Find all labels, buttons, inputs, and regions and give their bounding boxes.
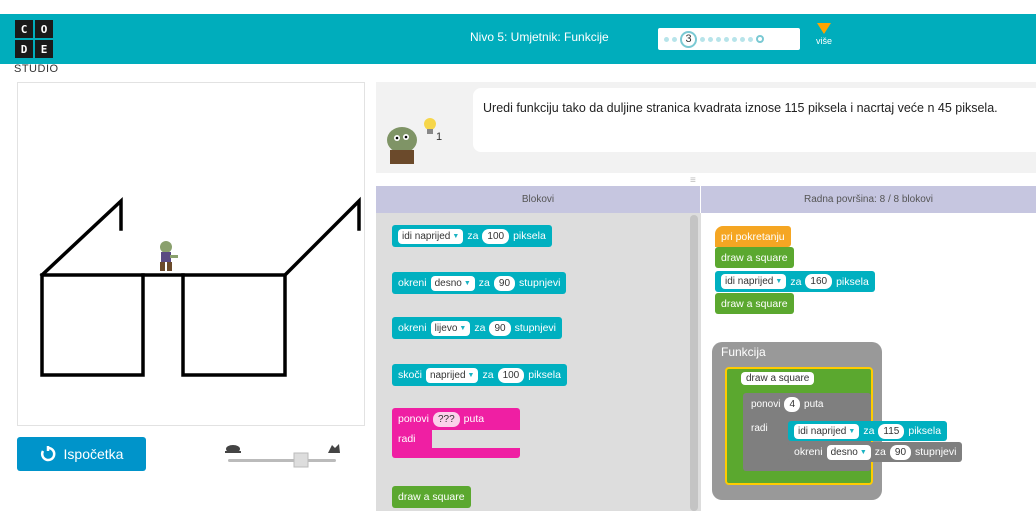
drawing-canvas[interactable]: [17, 82, 365, 426]
drawing-svg: [39, 196, 361, 377]
more-label: više: [815, 36, 832, 46]
distance-value[interactable]: 160: [805, 274, 833, 289]
level-title: Nivo 5: Umjetnik: Funkcije: [470, 30, 609, 44]
progress-current-level[interactable]: 3: [680, 30, 697, 48]
direction-dropdown[interactable]: idi naprijed ▼: [721, 274, 787, 289]
turtle-slow-icon: [225, 445, 241, 453]
direction-dropdown[interactable]: naprijed ▼: [425, 367, 479, 383]
turn-dropdown[interactable]: desno ▼: [826, 444, 871, 460]
progress-dot[interactable]: [740, 36, 745, 42]
speed-slider[interactable]: [222, 440, 350, 470]
block-turn-right[interactable]: okreni desno ▼ za 90 stupnjevi: [392, 272, 567, 294]
angle-value[interactable]: 90: [489, 320, 511, 336]
progress-dot[interactable]: [724, 36, 729, 42]
reset-button[interactable]: Ispočetka: [17, 437, 146, 471]
level-progress[interactable]: 3: [658, 28, 800, 50]
instruction-text: Uredi funkciju tako da duljine stranica …: [473, 88, 1036, 152]
block-move-forward[interactable]: idi naprijed ▼ za 115 piksela: [788, 421, 948, 441]
angle-value[interactable]: 90: [889, 444, 912, 460]
block-turn-right[interactable]: okreni desno ▼ za 90 stupnjevi: [788, 442, 963, 462]
turn-dropdown[interactable]: desno ▼: [430, 275, 475, 291]
block-jump-forward[interactable]: skoči naprijed ▼ za 100 piksela: [392, 364, 567, 386]
zombie-avatar-icon: 1: [387, 118, 442, 164]
distance-value[interactable]: 100: [497, 367, 525, 383]
svg-text:1: 1: [436, 131, 442, 143]
block-call-draw-square[interactable]: draw a square: [392, 486, 471, 508]
zombie-artist-icon: [160, 241, 178, 271]
angle-value[interactable]: 90: [493, 275, 516, 291]
more-arrow-icon: [817, 23, 831, 34]
progress-dot[interactable]: [716, 36, 721, 42]
right-arm: [282, 196, 361, 278]
direction-dropdown[interactable]: idi naprijed ▼: [794, 423, 860, 439]
block-move-forward[interactable]: idi naprijed ▼ za 100 piksela: [392, 225, 552, 247]
direction-dropdown[interactable]: idi naprijed ▼: [398, 228, 464, 244]
logo-letter-e: E: [34, 39, 54, 59]
logo-letter-d: D: [14, 39, 34, 59]
progress-dot[interactable]: [748, 36, 753, 42]
progress-dot[interactable]: [732, 36, 737, 42]
distance-value[interactable]: 115: [878, 423, 905, 439]
logo-letter-o: O: [34, 19, 54, 39]
block-turn-left[interactable]: okreni lijevo ▼ za 90 stupnjevi: [392, 317, 563, 339]
progress-final-level[interactable]: [756, 35, 764, 43]
more-button[interactable]: više: [812, 23, 836, 46]
block-call-draw-square[interactable]: draw a square: [715, 293, 794, 314]
toolbox-flyout: idi naprijed ▼ za 100 piksela okreni desn…: [376, 213, 701, 511]
right-square: [181, 273, 287, 377]
logo-studio-text: STUDIO: [14, 63, 59, 75]
workspace-canvas[interactable]: pri pokretanju draw a square idi naprije…: [701, 213, 1036, 511]
lightbulb-hint-icon: 1: [424, 118, 442, 143]
left-arm: [39, 196, 123, 278]
block-move-forward[interactable]: idi naprijed ▼ za 160 piksela: [715, 271, 875, 292]
slider-track: [228, 459, 336, 462]
left-square: [40, 273, 145, 377]
drawn-lines: [39, 196, 361, 377]
distance-value[interactable]: 100: [482, 228, 510, 244]
progress-dot[interactable]: [664, 36, 669, 42]
toolbox-scrollbar[interactable]: [690, 215, 698, 511]
toolbox-header: Blokovi: [376, 186, 701, 213]
progress-dot[interactable]: [672, 36, 677, 42]
function-title: Funkcija: [721, 345, 766, 359]
function-name[interactable]: draw a square: [741, 372, 815, 385]
block-repeat[interactable]: ponovi ??? puta radi: [392, 408, 520, 462]
turn-dropdown[interactable]: lijevo ▼: [430, 320, 471, 336]
slider-handle[interactable]: [293, 452, 309, 468]
reset-icon: [40, 446, 55, 462]
progress-dot[interactable]: [700, 36, 705, 42]
block-when-run[interactable]: pri pokretanju: [715, 226, 791, 247]
repeat-count[interactable]: 4: [784, 397, 801, 412]
progress-dot[interactable]: [708, 36, 713, 42]
logo-letter-c: C: [14, 19, 34, 39]
block-call-draw-square[interactable]: draw a square: [715, 247, 794, 268]
rabbit-fast-icon: [328, 444, 340, 453]
workspace-header: Radna površina: 8 / 8 blokovi: [701, 186, 1036, 213]
code-studio-logo[interactable]: C O D E: [14, 19, 54, 59]
resize-grip[interactable]: ≡: [690, 175, 696, 186]
reset-label: Ispočetka: [63, 446, 124, 462]
repeat-count[interactable]: ???: [432, 411, 460, 427]
